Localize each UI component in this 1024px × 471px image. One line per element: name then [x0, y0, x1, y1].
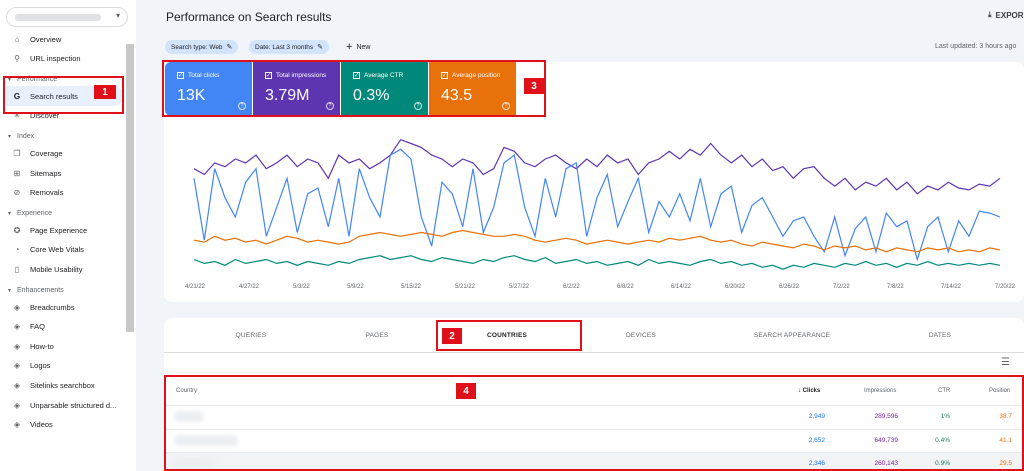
x-axis-tick-label: 7/2/22	[833, 284, 850, 290]
x-axis-tick-label: 6/26/22	[779, 284, 800, 290]
annotation-label-4: 4	[456, 383, 476, 399]
x-axis-tick-label: 6/2/22	[563, 284, 580, 290]
tab-divider	[164, 352, 1024, 353]
filter-rows-icon[interactable]: ☰	[1001, 357, 1010, 368]
tab-dates[interactable]: DATES	[929, 332, 951, 339]
x-axis-tick-label: 5/21/22	[455, 284, 476, 290]
x-axis-tick-label: 6/20/22	[725, 284, 746, 290]
x-axis-tick-label: 6/8/22	[617, 284, 634, 290]
x-axis-tick-label: 7/20/22	[995, 284, 1016, 290]
x-axis-tick-label: 4/27/22	[239, 284, 260, 290]
tab-pages[interactable]: PAGES	[366, 332, 389, 339]
x-axis-tick-label: 4/21/22	[185, 284, 206, 290]
tab-devices[interactable]: DEVICES	[626, 332, 656, 339]
tab-search-appearance[interactable]: SEARCH APPEARANCE	[754, 332, 830, 339]
annotation-label-2: 2	[442, 328, 462, 344]
x-axis-tick-label: 5/9/22	[347, 284, 364, 290]
x-axis-tick-label: 5/15/22	[401, 284, 422, 290]
annotation-box-4	[164, 375, 1024, 471]
x-axis-tick-label: 5/3/22	[293, 284, 310, 290]
x-axis-tick-label: 6/14/22	[671, 284, 692, 290]
x-axis-tick-label: 7/14/22	[941, 284, 962, 290]
x-axis-tick-label: 7/8/22	[887, 284, 904, 290]
series-line-total-impressions[interactable]	[193, 138, 1001, 195]
tab-queries[interactable]: QUERIES	[236, 332, 267, 339]
series-line-average-ctr[interactable]	[193, 255, 1001, 270]
x-axis-tick-label: 5/27/22	[509, 284, 530, 290]
